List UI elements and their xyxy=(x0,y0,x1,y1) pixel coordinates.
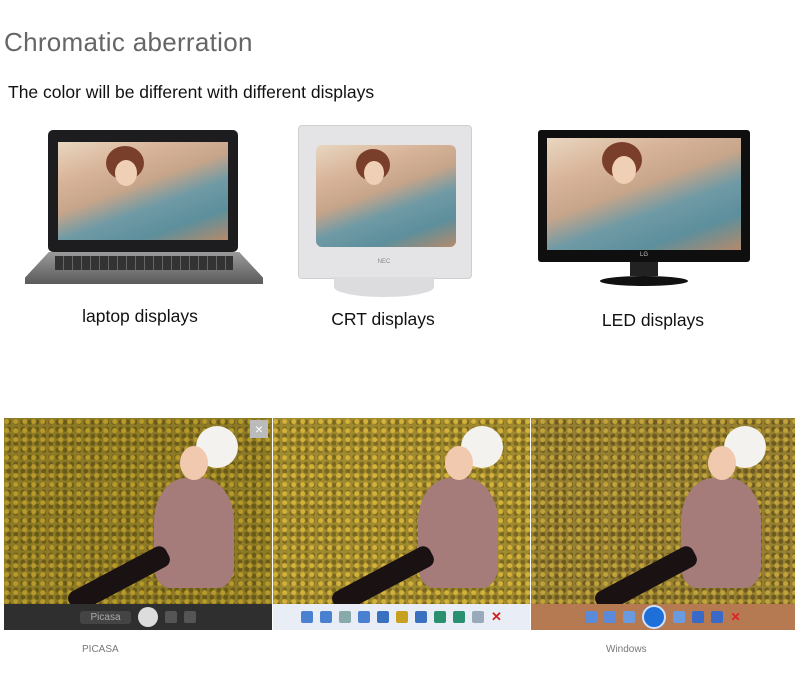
photo-picasa: × Picasa xyxy=(4,418,272,630)
next-icon[interactable] xyxy=(673,611,686,623)
crt-brand-label: NEC xyxy=(377,259,391,265)
crt-label: CRT displays xyxy=(331,309,435,329)
windows-toolbar: ✕ xyxy=(531,604,795,630)
windows-label: Windows xyxy=(606,644,647,655)
led-brand-label: LG xyxy=(639,252,648,258)
copy-icon[interactable] xyxy=(472,611,485,623)
rotate-right-icon[interactable] xyxy=(453,611,466,623)
laptop-label: laptop displays xyxy=(82,306,198,326)
picasa-toolbar-text: Picasa xyxy=(80,610,131,624)
laptop-icon xyxy=(25,130,263,292)
picasa-label: PICASA xyxy=(82,644,119,655)
slideshow-icon[interactable] xyxy=(642,605,667,629)
next-icon[interactable] xyxy=(415,611,428,623)
photo-windows: ✕ xyxy=(531,418,795,630)
close-icon[interactable]: × xyxy=(250,420,268,438)
rotate-right-icon[interactable] xyxy=(711,611,724,623)
play-icon[interactable] xyxy=(137,607,158,627)
page-subtitle: The color will be different with differe… xyxy=(8,82,375,102)
rotate-left-icon[interactable] xyxy=(434,611,447,623)
delete-icon[interactable]: ✕ xyxy=(491,609,502,625)
zoom-in-icon[interactable] xyxy=(301,611,314,623)
previous-icon[interactable] xyxy=(377,611,390,623)
settings-icon[interactable] xyxy=(358,611,371,623)
rotate-icon[interactable] xyxy=(164,611,177,623)
edit-icon[interactable] xyxy=(396,611,409,623)
led-monitor-icon: LG xyxy=(538,130,752,290)
fit-icon[interactable] xyxy=(604,611,617,623)
page-title: Chromatic aberration xyxy=(4,27,253,57)
fit-icon[interactable] xyxy=(339,611,352,623)
rotate-left-icon[interactable] xyxy=(692,611,705,623)
picasa-toolbar: Picasa xyxy=(4,604,272,630)
photo-default: ✕ xyxy=(273,418,530,630)
zoom-icon[interactable] xyxy=(585,611,598,623)
led-label: LED displays xyxy=(601,310,705,330)
star-icon[interactable] xyxy=(183,611,196,623)
crt-monitor-icon: NEC xyxy=(298,125,472,300)
viewer-toolbar: ✕ xyxy=(273,604,530,630)
previous-icon[interactable] xyxy=(623,611,636,623)
delete-icon[interactable]: ✕ xyxy=(730,610,740,624)
zoom-out-icon[interactable] xyxy=(320,611,333,623)
